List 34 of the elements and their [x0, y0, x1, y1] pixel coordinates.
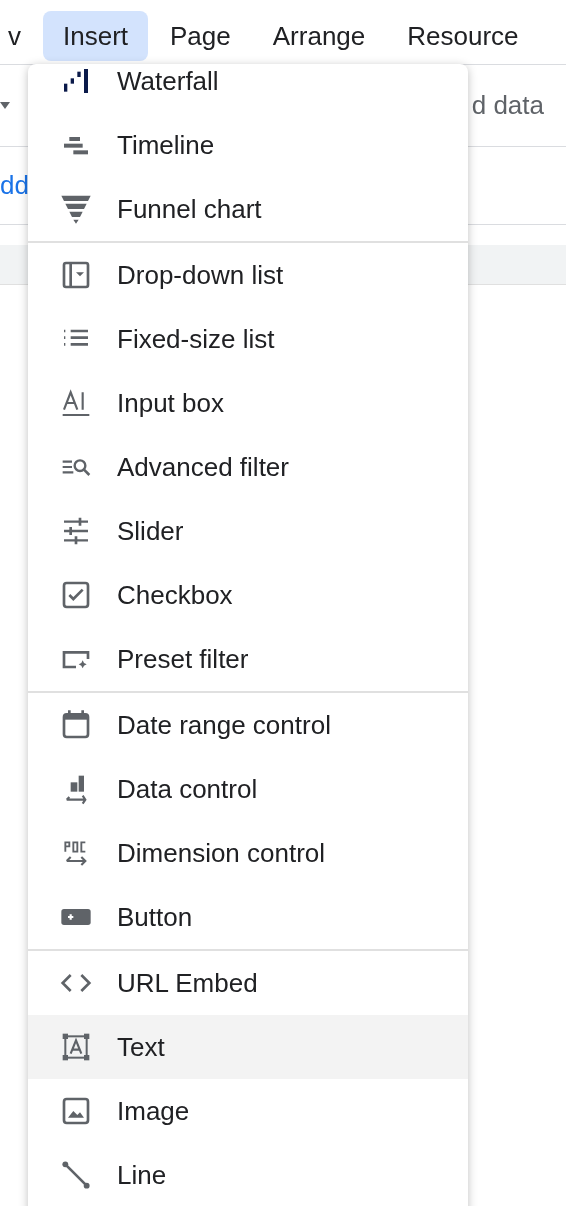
menu-item[interactable]: Advanced filter	[28, 435, 468, 499]
menu-item[interactable]: Preset filter	[28, 627, 468, 691]
calendar-icon	[60, 709, 92, 741]
menu-item[interactable]: Dimension control	[28, 821, 468, 885]
checkbox-icon	[60, 579, 92, 611]
dropdown-list-icon	[60, 259, 92, 291]
menu-bar-item[interactable]: v	[0, 11, 41, 61]
menu-item[interactable]: Checkbox	[28, 563, 468, 627]
link[interactable]: dd	[0, 166, 29, 205]
menu-item[interactable]: Image	[28, 1079, 468, 1143]
menu-item[interactable]: Input box	[28, 371, 468, 435]
input-box-icon	[60, 387, 92, 419]
toolbar-text: d data	[471, 89, 544, 122]
menu-bar-item[interactable]: Insert	[43, 11, 149, 61]
menu-item[interactable]: Drop-down list	[28, 243, 468, 307]
menu-item[interactable]: Funnel chart	[28, 177, 468, 241]
menu-bar-item[interactable]: Page	[150, 11, 251, 61]
text-box-icon	[60, 1031, 92, 1063]
menu-item[interactable]: Data control	[28, 757, 468, 821]
menu-bar-item[interactable]: Arrange	[252, 11, 386, 61]
menu-item[interactable]: Fixed-size list	[28, 307, 468, 371]
menu-item[interactable]: Date range control	[28, 693, 468, 757]
menu-bar-item[interactable]: Resource	[387, 11, 539, 61]
menu-item[interactable]: Waterfall	[28, 64, 468, 113]
funnel-icon	[60, 193, 92, 225]
menu-item[interactable]: Line	[28, 1143, 468, 1206]
menu-item[interactable]: Timeline	[28, 113, 468, 177]
line-icon	[60, 1159, 92, 1191]
image-icon	[60, 1095, 92, 1127]
menu-item[interactable]: Slider	[28, 499, 468, 563]
menu-item[interactable]: URL Embed	[28, 951, 468, 1015]
menu-item[interactable]: Button	[28, 885, 468, 949]
menu-item[interactable]: Text	[28, 1015, 468, 1079]
caret-icon[interactable]	[0, 101, 10, 110]
